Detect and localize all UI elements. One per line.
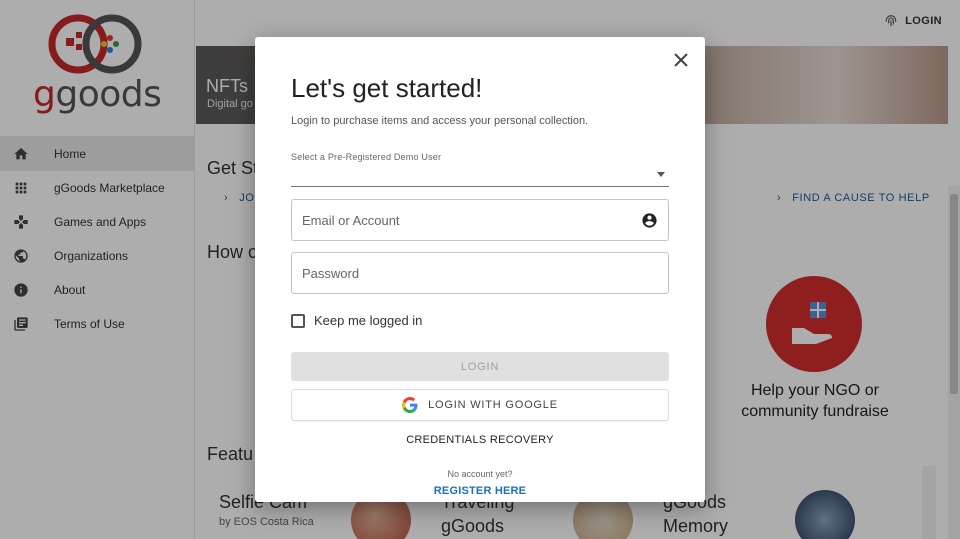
close-button[interactable] <box>671 50 691 70</box>
password-field-wrapper <box>291 252 669 294</box>
email-field-wrapper <box>291 199 669 241</box>
login-dialog: Let's get started! Login to purchase ite… <box>255 37 705 502</box>
email-field[interactable] <box>292 200 668 240</box>
credentials-recovery-link[interactable]: CREDENTIALS RECOVERY <box>255 434 705 446</box>
account-circle-icon <box>642 213 657 228</box>
password-field[interactable] <box>292 253 668 293</box>
dropdown-caret-icon <box>657 172 665 177</box>
keep-logged-in-label[interactable]: Keep me logged in <box>314 313 422 328</box>
keep-logged-in-checkbox[interactable] <box>291 313 305 328</box>
demo-user-select[interactable] <box>291 165 669 187</box>
dialog-title: Let's get started! <box>291 73 483 103</box>
dialog-subtitle: Login to purchase items and access your … <box>291 115 589 127</box>
keep-logged-in-row: Keep me logged in <box>291 313 422 328</box>
google-button-label: LOGIN WITH GOOGLE <box>428 399 558 411</box>
google-icon <box>402 397 418 413</box>
demo-user-select-label: Select a Pre-Registered Demo User <box>291 152 442 162</box>
no-account-text: No account yet? <box>447 469 513 479</box>
google-login-button[interactable]: LOGIN WITH GOOGLE <box>291 389 669 421</box>
login-button[interactable]: LOGIN <box>291 352 669 381</box>
register-link[interactable]: REGISTER HERE <box>255 485 705 497</box>
close-icon <box>674 53 688 67</box>
